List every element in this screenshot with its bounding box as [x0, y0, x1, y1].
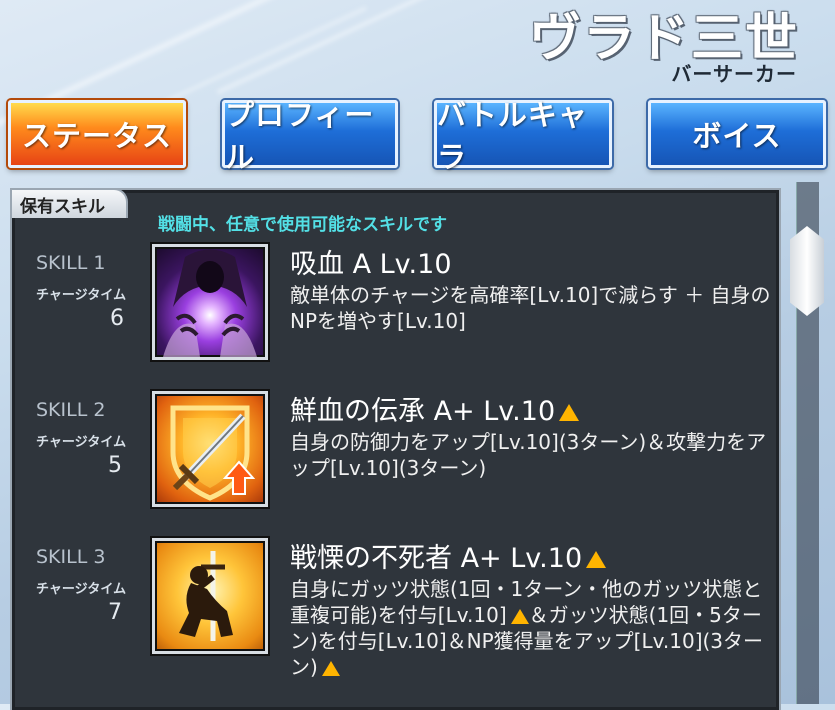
servant-class: バーサーカー	[671, 62, 797, 86]
skill-name: 鮮血の伝承 A+ Lv.10	[290, 389, 580, 428]
scrollbar-thumb[interactable]	[790, 226, 824, 316]
tab-status[interactable]: ステータス	[8, 100, 186, 168]
skill-row-2[interactable]: SKILL 2 チャージタイム 5 鮮血の伝承 A+ Lv.10 自身の防御力を…	[10, 391, 777, 529]
skill-label: SKILL 1	[36, 252, 106, 274]
vampire-drain-icon[interactable]	[152, 244, 268, 360]
charge-time-value: 7	[108, 600, 122, 625]
upgrade-icon	[559, 404, 580, 421]
sword-shield-up-icon[interactable]	[152, 391, 268, 507]
upgrade-icon	[586, 551, 607, 568]
tab-profile[interactable]: プロフィール	[222, 98, 398, 174]
panel-title: 保有スキル	[10, 188, 128, 218]
charge-time-label: チャージタイム	[36, 582, 127, 597]
background-streak	[216, 0, 564, 95]
skill-row-1[interactable]: SKILL 1 チャージタイム 6 吸血 A Lv.10 敵単体のチャージを高確…	[10, 244, 777, 382]
tab-voice[interactable]: ボイス	[648, 100, 826, 168]
skill-description: 敵単体のチャージを高確率[Lv.10]で減らす ＋ 自身のNPを増やす[Lv.1…	[290, 283, 771, 333]
skill-description: 自身にガッツ状態(1回・1ターン・他のガッツ状態と重複可能)を付与[Lv.10]…	[290, 576, 780, 680]
skill-description: 自身の防御力をアップ[Lv.10](3ターン)＆攻撃力をアップ[Lv.10](3…	[290, 430, 767, 480]
skill-name: 戦慄の不死者 A+ Lv.10	[290, 536, 607, 575]
charge-time-label: チャージタイム	[36, 288, 127, 303]
skill-label: SKILL 2	[36, 399, 106, 421]
tab-battle-character[interactable]: バトルキャラ	[434, 98, 612, 174]
charge-time-value: 5	[108, 453, 122, 478]
charge-time-label: チャージタイム	[36, 435, 127, 450]
upgrade-icon	[510, 609, 529, 624]
charge-time-value: 6	[110, 306, 124, 331]
kneeling-knight-icon[interactable]	[152, 538, 268, 654]
skill-row-3[interactable]: SKILL 3 チャージタイム 7 戦慄の不死者 A+ Lv.10 自身にガッツ…	[10, 538, 777, 679]
skill-name-text: 鮮血の伝承 A+ Lv.10	[290, 396, 556, 427]
skill-name: 吸血 A Lv.10	[290, 249, 452, 280]
skill-name-text: 戦慄の不死者 A+ Lv.10	[290, 543, 583, 574]
upgrade-icon	[321, 661, 340, 676]
tab-bar: ステータス プロフィール バトルキャラ ボイス	[0, 92, 835, 182]
skill-label: SKILL 3	[36, 546, 106, 568]
panel-hint: 戦闘中、任意で使用可能なスキルです	[158, 215, 447, 235]
